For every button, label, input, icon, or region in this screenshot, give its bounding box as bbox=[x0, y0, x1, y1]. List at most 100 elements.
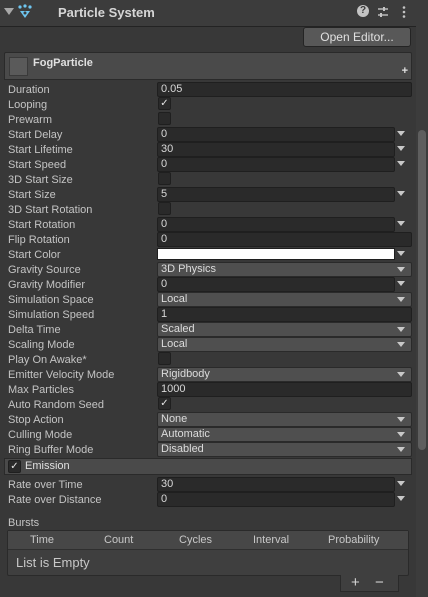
bursts-list: Time Count Cycles Interval Probability L… bbox=[7, 530, 409, 576]
curve-mode-dropdown-icon[interactable] bbox=[397, 281, 405, 286]
simulation-space-dropdown[interactable]: Local bbox=[157, 292, 412, 307]
bursts-header: Time Count Cycles Interval Probability bbox=[8, 531, 408, 550]
foldout-arrow-icon[interactable] bbox=[4, 8, 14, 15]
flip-rotation-field[interactable]: 0 bbox=[157, 232, 412, 247]
bursts-col-probability: Probability bbox=[328, 534, 380, 546]
more-menu-icon[interactable] bbox=[397, 5, 411, 19]
emitter-velocity-mode-row: Emitter Velocity Mode Rigidbody bbox=[0, 367, 416, 382]
color-mode-dropdown-icon[interactable] bbox=[397, 251, 405, 256]
delta-time-value: Scaled bbox=[161, 323, 195, 335]
max-particles-label: Max Particles bbox=[8, 384, 75, 396]
start-rotation-row: Start Rotation 0 bbox=[0, 217, 416, 232]
start-delay-row: Start Delay 0 bbox=[0, 127, 416, 142]
stop-action-row: Stop Action None bbox=[0, 412, 416, 427]
component-title: Particle System bbox=[58, 5, 155, 20]
start-size-field[interactable]: 5 bbox=[157, 187, 395, 202]
looping-checkbox[interactable]: ✓ bbox=[158, 97, 171, 110]
add-module-icon[interactable]: + bbox=[402, 65, 408, 77]
curve-mode-dropdown-icon[interactable] bbox=[397, 146, 405, 151]
flip-rotation-row: Flip Rotation 0 bbox=[0, 232, 416, 247]
gravity-source-dropdown[interactable]: 3D Physics bbox=[157, 262, 412, 277]
start-rotation-field[interactable]: 0 bbox=[157, 217, 395, 232]
rate-over-time-label: Rate over Time bbox=[8, 479, 83, 491]
list-footer: + − bbox=[340, 574, 399, 592]
max-particles-row: Max Particles 1000 bbox=[0, 382, 416, 397]
remove-burst-button[interactable]: − bbox=[375, 574, 384, 591]
list-empty-message: List is Empty bbox=[16, 555, 90, 570]
open-editor-button[interactable]: Open Editor... bbox=[303, 27, 411, 47]
emission-title: Emission bbox=[25, 460, 70, 472]
start-size-row: Start Size 5 bbox=[0, 187, 416, 202]
bursts-col-count: Count bbox=[104, 534, 134, 546]
looping-row: Looping ✓ bbox=[0, 97, 416, 112]
gravity-source-row: Gravity Source 3D Physics bbox=[0, 262, 416, 277]
start-color-label: Start Color bbox=[8, 249, 61, 261]
auto-random-seed-checkbox[interactable]: ✓ bbox=[158, 397, 171, 410]
auto-random-seed-label: Auto Random Seed bbox=[8, 399, 105, 411]
culling-mode-label: Culling Mode bbox=[8, 429, 73, 441]
stop-action-dropdown[interactable]: None bbox=[157, 412, 412, 427]
rate-over-distance-label: Rate over Distance bbox=[8, 494, 102, 506]
start-lifetime-field[interactable]: 30 bbox=[157, 142, 395, 157]
rate-over-distance-row: Rate over Distance 0 bbox=[0, 492, 416, 507]
culling-mode-dropdown[interactable]: Automatic bbox=[157, 427, 412, 442]
help-icon[interactable]: ? bbox=[357, 5, 371, 19]
particle-thumbnail-icon bbox=[9, 57, 28, 76]
delta-time-dropdown[interactable]: Scaled bbox=[157, 322, 412, 337]
curve-mode-dropdown-icon[interactable] bbox=[397, 191, 405, 196]
rate-over-distance-field[interactable]: 0 bbox=[157, 492, 395, 507]
gravity-modifier-field[interactable]: 0 bbox=[157, 277, 395, 292]
rate-over-time-field[interactable]: 30 bbox=[157, 477, 395, 492]
start-delay-field[interactable]: 0 bbox=[157, 127, 395, 142]
emitter-velocity-mode-dropdown[interactable]: Rigidbody bbox=[157, 367, 412, 382]
gravity-modifier-row: Gravity Modifier 0 bbox=[0, 277, 416, 292]
play-on-awake-checkbox[interactable] bbox=[158, 352, 171, 365]
delta-time-label: Delta Time bbox=[8, 324, 61, 336]
play-on-awake-row: Play On Awake* bbox=[0, 352, 416, 367]
chevron-down-icon bbox=[397, 447, 405, 452]
scaling-mode-dropdown[interactable]: Local bbox=[157, 337, 412, 352]
start-color-swatch[interactable] bbox=[157, 248, 395, 260]
emission-module-header[interactable]: ✓ Emission bbox=[4, 458, 412, 475]
start-delay-label: Start Delay bbox=[8, 129, 63, 141]
main-module-header[interactable]: FogParticle + bbox=[4, 52, 412, 80]
curve-mode-dropdown-icon[interactable] bbox=[397, 221, 405, 226]
rate-over-time-row: Rate over Time 30 bbox=[0, 477, 416, 492]
simulation-speed-field[interactable]: 1 bbox=[157, 307, 412, 322]
curve-mode-dropdown-icon[interactable] bbox=[397, 496, 405, 501]
ring-buffer-mode-dropdown[interactable]: Disabled bbox=[157, 442, 412, 457]
chevron-down-icon bbox=[397, 417, 405, 422]
duration-field[interactable]: 0.05 bbox=[157, 82, 412, 97]
emitter-velocity-mode-value: Rigidbody bbox=[161, 368, 210, 380]
play-on-awake-label: Play On Awake* bbox=[8, 354, 87, 366]
auto-random-seed-row: Auto Random Seed ✓ bbox=[0, 397, 416, 412]
start-speed-field[interactable]: 0 bbox=[157, 157, 395, 172]
start-size-3d-checkbox[interactable] bbox=[158, 172, 171, 185]
start-speed-row: Start Speed 0 bbox=[0, 157, 416, 172]
start-color-row: Start Color bbox=[0, 247, 416, 262]
start-rotation-3d-row: 3D Start Rotation bbox=[0, 202, 416, 217]
stop-action-label: Stop Action bbox=[8, 414, 64, 426]
chevron-down-icon bbox=[397, 267, 405, 272]
inspector-header: Particle System ? bbox=[0, 0, 416, 27]
looping-label: Looping bbox=[8, 99, 48, 111]
curve-mode-dropdown-icon[interactable] bbox=[397, 131, 405, 136]
simulation-space-label: Simulation Space bbox=[8, 294, 94, 306]
curve-mode-dropdown-icon[interactable] bbox=[397, 161, 405, 166]
start-size-3d-row: 3D Start Size bbox=[0, 172, 416, 187]
curve-mode-dropdown-icon[interactable] bbox=[397, 481, 405, 486]
module-title: FogParticle bbox=[33, 57, 93, 69]
prewarm-row: Prewarm bbox=[0, 112, 416, 127]
start-lifetime-label: Start Lifetime bbox=[8, 144, 73, 156]
gravity-source-value: 3D Physics bbox=[161, 263, 217, 275]
bursts-col-cycles: Cycles bbox=[179, 534, 213, 546]
max-particles-field[interactable]: 1000 bbox=[157, 382, 412, 397]
scrollbar-thumb[interactable] bbox=[418, 130, 426, 450]
add-burst-button[interactable]: + bbox=[351, 574, 360, 591]
presets-icon[interactable] bbox=[376, 5, 390, 19]
chevron-down-icon bbox=[397, 342, 405, 347]
prewarm-checkbox[interactable] bbox=[158, 112, 171, 125]
emission-enabled-checkbox[interactable]: ✓ bbox=[8, 460, 21, 473]
bursts-label: Bursts bbox=[8, 517, 40, 529]
start-rotation-3d-checkbox[interactable] bbox=[158, 202, 171, 215]
